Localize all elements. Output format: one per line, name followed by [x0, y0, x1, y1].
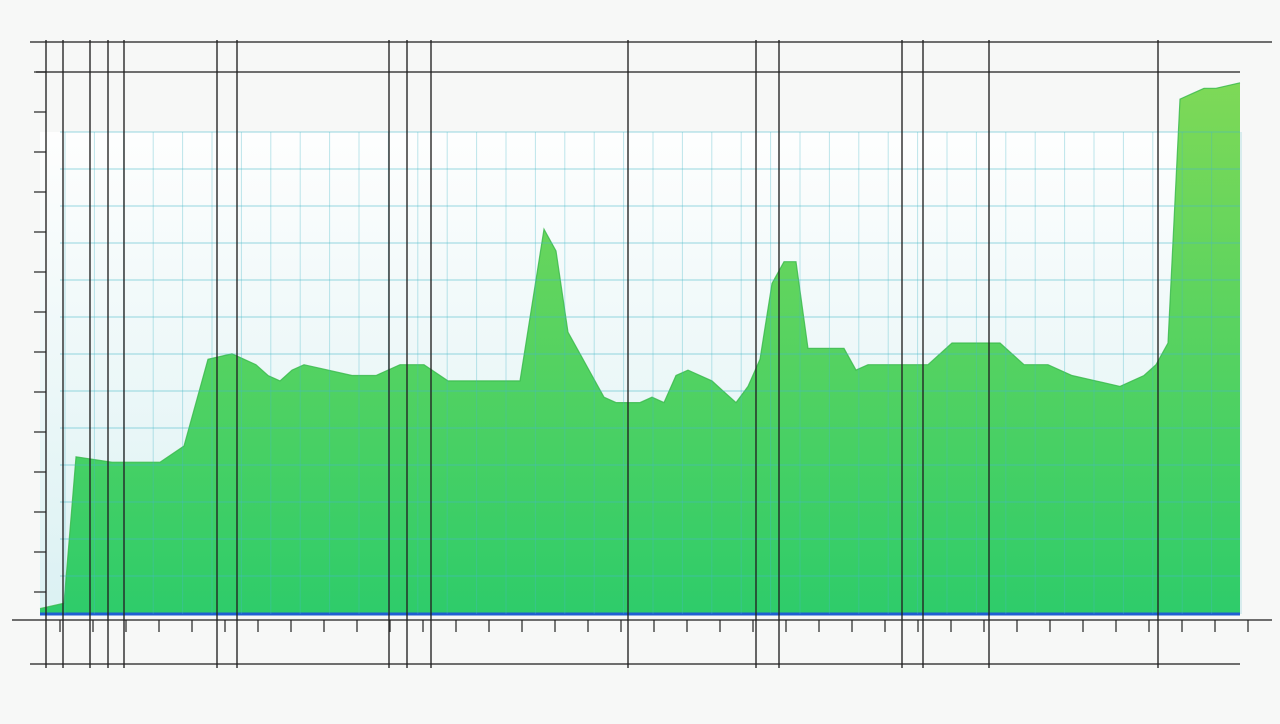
chart-svg	[12, 40, 1272, 668]
area-chart	[0, 0, 1280, 720]
